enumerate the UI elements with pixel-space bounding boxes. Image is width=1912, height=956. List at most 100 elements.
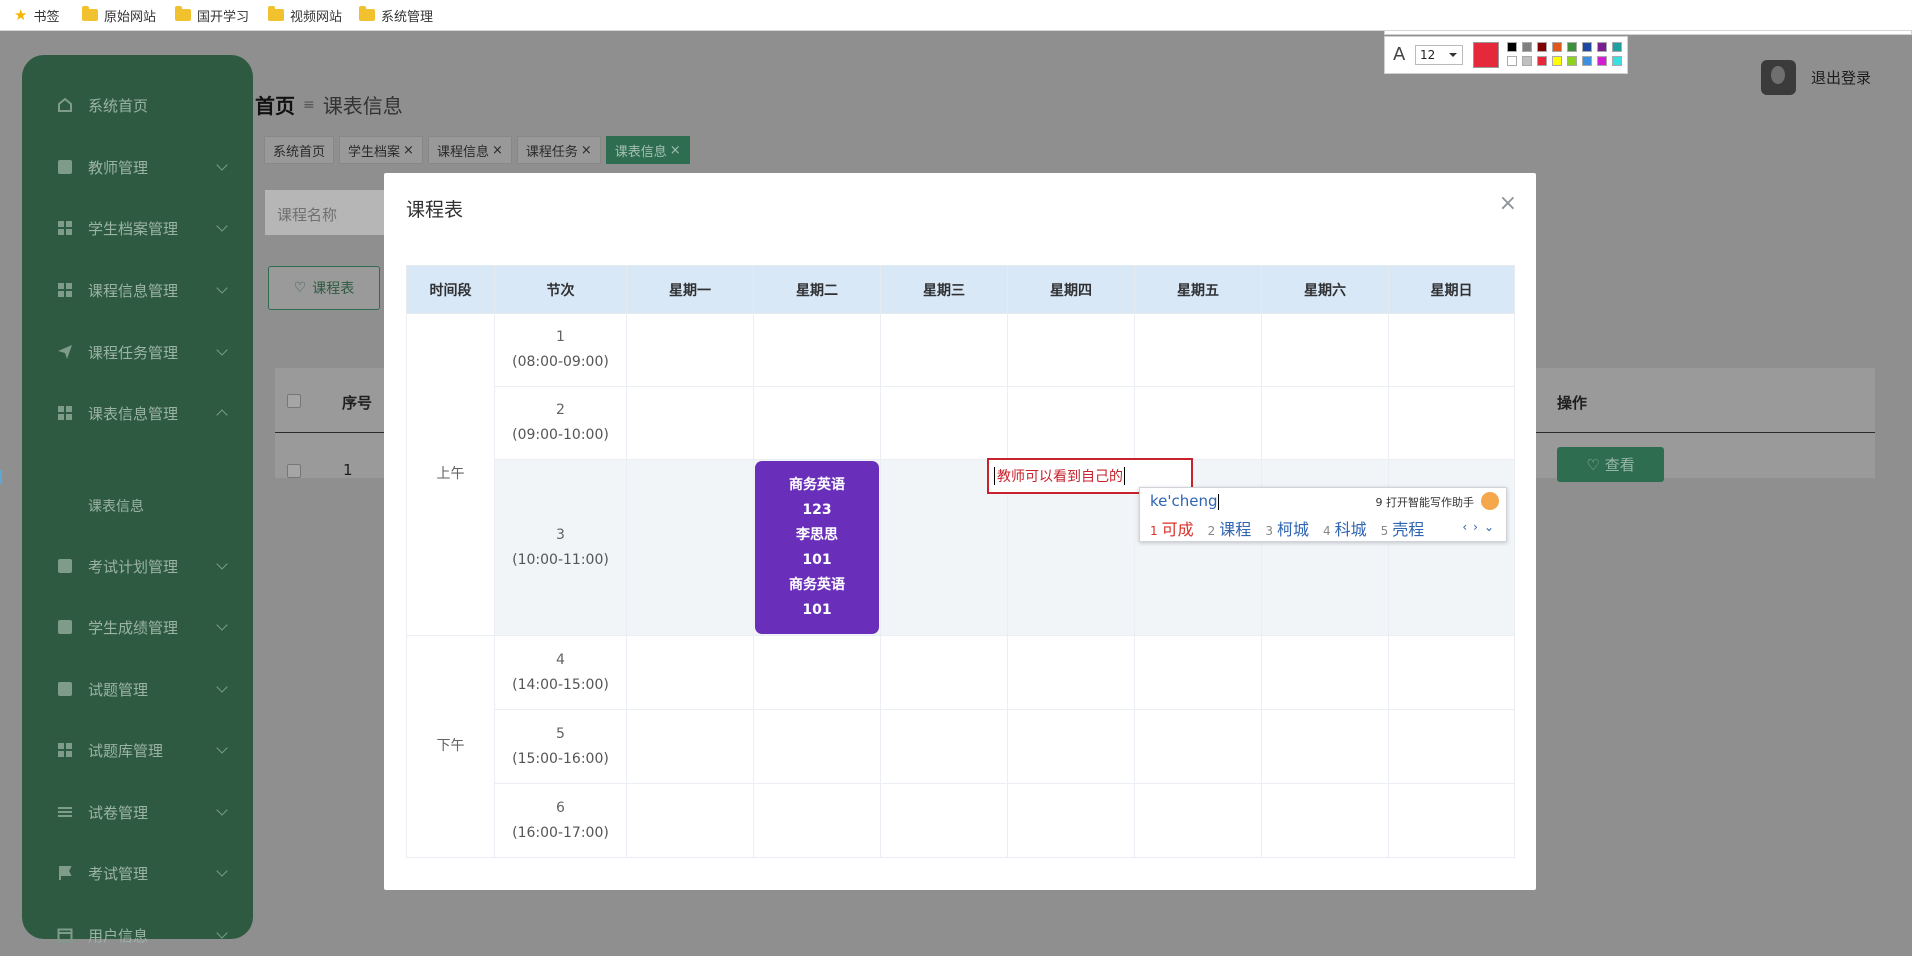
sidebar-subitem-schedule-info[interactable]: 课表信息 [88,496,144,516]
bookmark-system-admin[interactable]: 系统管理 [359,4,433,26]
course-name-search-input[interactable]: 课程名称 [265,190,400,235]
chevron-down-icon [216,282,228,294]
chevron-down-icon [216,558,228,570]
slot-cell [1261,783,1389,858]
current-color-swatch[interactable] [1473,42,1499,68]
sidebar-item-exams[interactable]: 考试管理 [22,853,253,893]
sidebar: 系统首页 教师管理 学生档案管理 课程信息管理 课程任务管理 课表信息管理 课表… [22,55,253,945]
color-swatch[interactable] [1522,42,1532,52]
color-swatch[interactable] [1537,56,1547,66]
select-all-checkbox[interactable] [287,394,301,408]
period-cell: 2 (09:00-10:00) [494,386,627,460]
breadcrumb: 首页 ≡ 课表信息 [255,90,403,119]
period-cell: 3 (10:00-11:00) [494,459,627,636]
color-swatch[interactable] [1522,56,1532,66]
color-swatch[interactable] [1597,42,1607,52]
color-swatch[interactable] [1552,56,1562,66]
ime-mascot-icon[interactable] [1481,492,1499,510]
row-checkbox[interactable] [287,464,301,478]
breadcrumb-home[interactable]: 首页 [255,90,295,119]
color-swatch[interactable] [1582,42,1592,52]
bookmark-guokai[interactable]: 国开学习 [175,4,249,26]
grid-icon [57,220,73,236]
schedule-button[interactable]: ♡ 课程表 [268,266,380,310]
schedule-table: 时间段 节次 星期一 星期二 星期三 星期四 星期五 星期六 星期日 上午 1(… [406,265,1515,858]
color-swatch[interactable] [1597,56,1607,66]
slot-cell [753,709,881,784]
slot-cell [1261,635,1389,710]
sidebar-item-questions[interactable]: 试题管理 [22,669,253,709]
period-cell: 4 (14:00-15:00) [494,635,627,710]
sidebar-item-student-archive[interactable]: 学生档案管理 [22,208,253,248]
ime-candidate[interactable]: 4 科城 [1323,516,1367,540]
sidebar-item-grades[interactable]: 学生成绩管理 [22,607,253,647]
close-icon[interactable]: × [492,143,503,158]
color-swatch[interactable] [1567,56,1577,66]
header-saturday: 星期六 [1261,265,1389,314]
font-size-select[interactable]: 12 [1415,45,1463,65]
bookmark-video-site[interactable]: 视频网站 [268,4,342,26]
tab-schedule-info[interactable]: 课表信息 × [605,136,690,164]
slot-cell [880,635,1008,710]
tab-course-info[interactable]: 课程信息 × [427,136,512,164]
clipboard-icon [57,159,73,175]
tab-system-home[interactable]: 系统首页 [264,136,335,164]
header-thursday: 星期四 [1007,265,1135,314]
sidebar-item-teacher[interactable]: 教师管理 [22,147,253,187]
header-monday: 星期一 [626,265,754,314]
ime-candidate[interactable]: 2 课程 [1208,516,1252,540]
color-swatch[interactable] [1612,56,1622,66]
slot-cell [1388,313,1515,387]
slot-cell [1007,313,1135,387]
bookmark-bookmarks[interactable]: ★ 书签 [14,4,59,26]
bookmark-original-site[interactable]: 原始网站 [82,4,156,26]
sidebar-item-schedule[interactable]: 课表信息管理 [22,393,253,433]
page-edge-marker [0,470,2,484]
color-swatch[interactable] [1507,56,1517,66]
color-swatch[interactable] [1582,56,1592,66]
color-swatch[interactable] [1537,42,1547,52]
chevron-down-icon [216,220,228,232]
send-icon [57,344,73,360]
slot-cell [1261,459,1389,636]
chevron-down-icon [216,742,228,754]
folder-icon [175,6,191,21]
ime-ai-assistant[interactable]: 9 打开智能写作助手 [1376,494,1475,510]
color-swatch[interactable] [1507,42,1517,52]
sidebar-item-question-bank[interactable]: 试题库管理 [22,730,253,770]
tab-course-task[interactable]: 课程任务 × [516,136,601,164]
color-swatch[interactable] [1552,42,1562,52]
sidebar-item-home[interactable]: 系统首页 [22,85,253,125]
ime-candidate[interactable]: 3 柯城 [1265,516,1309,540]
logout-link[interactable]: 退出登录 [1811,67,1871,88]
slot-cell [1261,313,1389,387]
close-icon[interactable]: × [403,143,414,158]
course-block[interactable]: 商务英语 123 李思思 101 商务英语 101 [755,461,879,634]
slot-cell [1134,313,1262,387]
sidebar-item-course-info[interactable]: 课程信息管理 [22,270,253,310]
chevron-down-icon [216,865,228,877]
color-swatch[interactable] [1612,42,1622,52]
sidebar-item-papers[interactable]: 试卷管理 [22,792,253,832]
ime-candidate[interactable]: 1 可成 [1150,516,1194,540]
ime-candidate[interactable]: 5 壳程 [1381,516,1425,540]
chevron-down-icon [216,804,228,816]
sidebar-item-exam-plan[interactable]: 考试计划管理 [22,546,253,586]
slot-cell [1007,783,1135,858]
close-icon[interactable]: × [1499,191,1517,216]
sidebar-item-course-task[interactable]: 课程任务管理 [22,332,253,372]
period-cell: 1 (08:00-09:00) [494,313,627,387]
sidebar-item-user-info[interactable]: 用户信息 [22,915,253,955]
view-button[interactable]: ♡ 查看 [1557,447,1664,482]
grid-icon [57,742,73,758]
close-icon[interactable]: × [581,143,592,158]
close-icon[interactable]: × [670,143,681,158]
tab-student-archive[interactable]: 学生档案 × [339,136,423,164]
ime-page-nav[interactable]: ‹›⌄ [1462,520,1500,534]
header-period: 节次 [494,265,627,314]
course-teacher: 李思思 [796,526,838,543]
avatar[interactable] [1761,60,1796,95]
color-swatch[interactable] [1567,42,1577,52]
modal-title: 课程表 [406,199,464,221]
chevron-down-icon [216,159,228,171]
